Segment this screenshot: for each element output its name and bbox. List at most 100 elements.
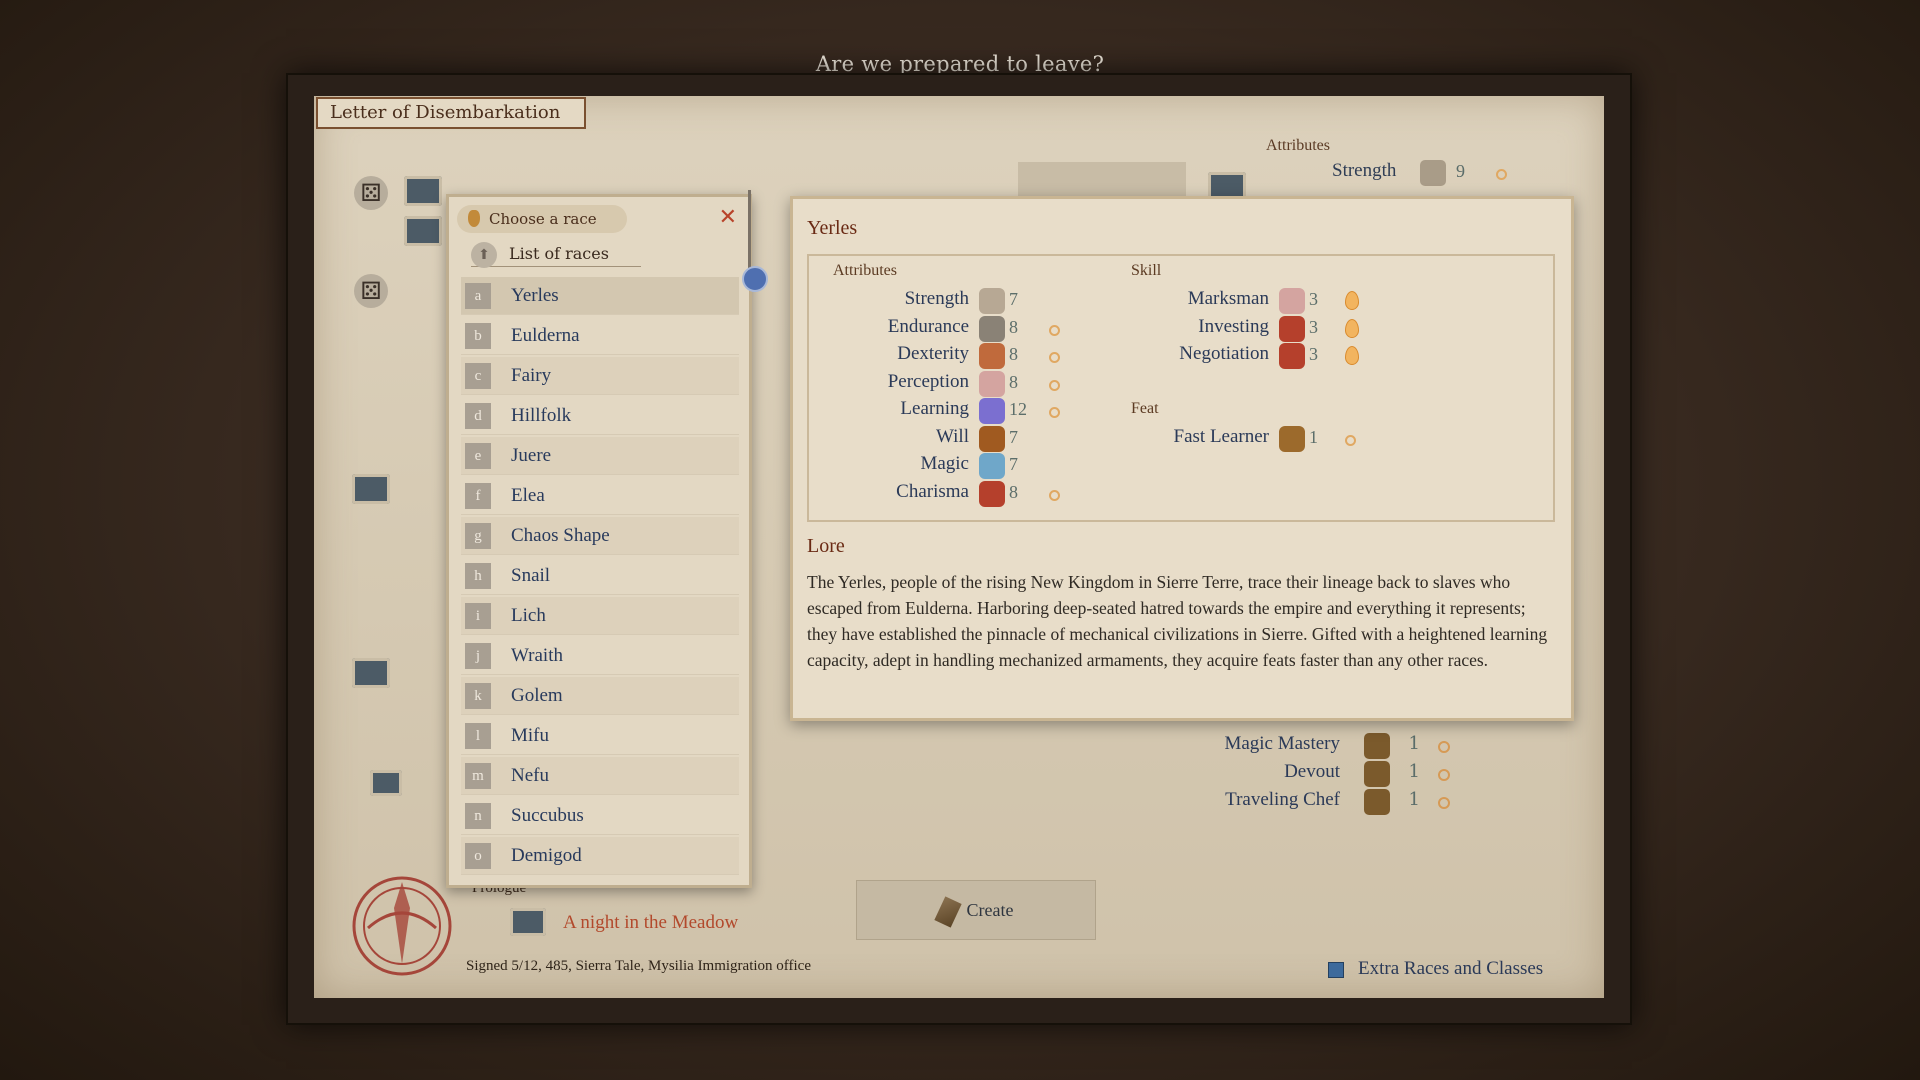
- race-name: Hillfolk: [511, 405, 572, 426]
- race-detail-panel: Yerles Attributes Skill Feat Strength 7 En…: [790, 196, 1574, 721]
- bonus-dot-icon: [1345, 435, 1356, 446]
- feat-value: 1: [1408, 733, 1420, 754]
- sword-icon: [1420, 160, 1446, 186]
- race-hotkey: j: [465, 643, 491, 669]
- attribute-name: Learning: [900, 398, 969, 419]
- edit-name-icon[interactable]: [404, 176, 442, 206]
- skill-investing: Investing 3: [1109, 315, 1409, 342]
- race-hotkey: o: [465, 843, 491, 869]
- prologue-link[interactable]: A night in the Meadow: [563, 912, 738, 934]
- attribute-name: Strength: [904, 288, 969, 309]
- edit-domain-icon[interactable]: [370, 770, 402, 796]
- edit-alias-icon[interactable]: [404, 216, 442, 246]
- race-hotkey: h: [465, 563, 491, 589]
- attribute-name: Dexterity: [897, 343, 969, 364]
- race-name: Elea: [511, 485, 545, 506]
- bonus-dot-icon: [1049, 407, 1060, 418]
- signature-line: Signed 5/12, 485, Sierra Tale, Mysilia I…: [466, 958, 811, 974]
- race-hotkey: f: [465, 483, 491, 509]
- attribute-magic: Magic 7: [809, 453, 1109, 479]
- feat-heading: Feat: [1131, 400, 1159, 417]
- race-hotkey: b: [465, 323, 491, 349]
- attribute-name: Will: [935, 425, 969, 447]
- attributes-heading: Attributes: [1266, 137, 1330, 154]
- race-item-hillfolk[interactable]: d Hillfolk: [461, 397, 739, 435]
- race-item-eulderna[interactable]: b Eulderna: [461, 317, 739, 355]
- race-item-wraith[interactable]: j Wraith: [461, 637, 739, 675]
- magic-icon: [979, 453, 1005, 479]
- race-name: Lich: [511, 605, 546, 626]
- extra-races-label[interactable]: Extra Races and Classes: [1358, 958, 1543, 980]
- race-name: Chaos Shape: [511, 525, 610, 546]
- feat-name: Traveling Chef: [1225, 789, 1340, 810]
- attribute-name: Perception: [887, 370, 969, 392]
- race-item-golem[interactable]: k Golem: [461, 677, 739, 715]
- eye-icon: [979, 370, 1005, 397]
- shield-icon: [979, 315, 1005, 342]
- portrait-frame[interactable]: [1018, 162, 1186, 196]
- race-name: Golem: [511, 685, 563, 706]
- attribute-value: 7: [1009, 426, 1018, 447]
- edit-race-icon[interactable]: [352, 474, 390, 504]
- race-item-juere[interactable]: e Juere: [461, 437, 739, 475]
- race-hotkey: d: [465, 403, 491, 429]
- skill-heading: Skill: [1131, 262, 1162, 279]
- race-name: Fairy: [511, 365, 552, 386]
- race-item-elea[interactable]: f Elea: [461, 477, 739, 515]
- dice-icon[interactable]: ⚄: [354, 176, 388, 210]
- feat-fast-learner: Fast Learner 1: [1109, 426, 1409, 452]
- attribute-name: Endurance: [887, 315, 969, 337]
- race-hotkey: l: [465, 723, 491, 749]
- skill-name: Marksman: [1187, 288, 1269, 309]
- extra-races-checkbox[interactable]: [1328, 962, 1344, 978]
- edit-class-icon[interactable]: [352, 658, 390, 688]
- attribute-charisma: Charisma 8: [809, 480, 1109, 507]
- feat-icon: [1364, 733, 1390, 759]
- race-item-snail[interactable]: h Snail: [461, 557, 739, 595]
- attribute-name: Magic: [920, 453, 969, 474]
- bonus-dot: [1496, 169, 1507, 180]
- feat-icon: [1364, 789, 1390, 815]
- strength-label: Strength: [1332, 160, 1397, 181]
- race-item-fairy[interactable]: c Fairy: [461, 357, 739, 395]
- attribute-value: 8: [1009, 371, 1018, 392]
- dice-icon[interactable]: ⚄: [354, 274, 388, 308]
- bonus-dot-icon: [1049, 324, 1060, 336]
- race-item-mifu[interactable]: l Mifu: [461, 717, 739, 755]
- skill-marksman: Marksman 3: [1109, 288, 1409, 314]
- race-hotkey: n: [465, 803, 491, 829]
- bonus-dot-icon: [1049, 379, 1060, 391]
- skill-value: 3: [1309, 289, 1318, 309]
- race-hotkey: g: [465, 523, 491, 549]
- attributes-heading: Attributes: [833, 262, 897, 279]
- character-feat-magic-mastery: Magic Mastery 1: [1000, 733, 1520, 759]
- create-button[interactable]: Create: [856, 880, 1096, 940]
- attribute-learning: Learning 12: [809, 398, 1109, 424]
- attribute-dexterity: Dexterity 8: [809, 343, 1109, 369]
- flame-icon: [1345, 291, 1359, 310]
- attribute-perception: Perception 8: [809, 370, 1109, 397]
- will-icon: [979, 425, 1005, 452]
- attribute-value: 12: [1009, 399, 1027, 419]
- attribute-value: 7: [1009, 289, 1018, 309]
- skill-negotiation: Negotiation 3: [1109, 343, 1409, 369]
- edit-prologue-icon[interactable]: [510, 908, 546, 936]
- race-item-chaos-shape[interactable]: g Chaos Shape: [461, 517, 739, 555]
- race-name: Wraith: [511, 645, 563, 666]
- list-icon: ⬆: [471, 242, 497, 268]
- race-item-succubus[interactable]: n Succubus: [461, 797, 739, 835]
- list-of-races-text: List of races: [509, 244, 609, 263]
- character-feat-traveling-chef: Traveling Chef 1: [1000, 789, 1520, 815]
- close-icon[interactable]: ✕: [719, 205, 737, 230]
- bonus-dot-icon: [1438, 769, 1450, 781]
- race-item-yerles[interactable]: a Yerles: [461, 277, 739, 315]
- negotiation-icon: [1279, 343, 1305, 369]
- race-item-lich[interactable]: i Lich: [461, 597, 739, 635]
- race-hotkey: a: [465, 283, 491, 309]
- race-item-nefu[interactable]: m Nefu: [461, 757, 739, 795]
- race-item-demigod[interactable]: o Demigod: [461, 837, 739, 875]
- race-name: Nefu: [511, 765, 549, 786]
- feat-icon: [1364, 761, 1390, 787]
- quill-icon: [933, 896, 962, 928]
- attribute-endurance: Endurance 8: [809, 315, 1109, 342]
